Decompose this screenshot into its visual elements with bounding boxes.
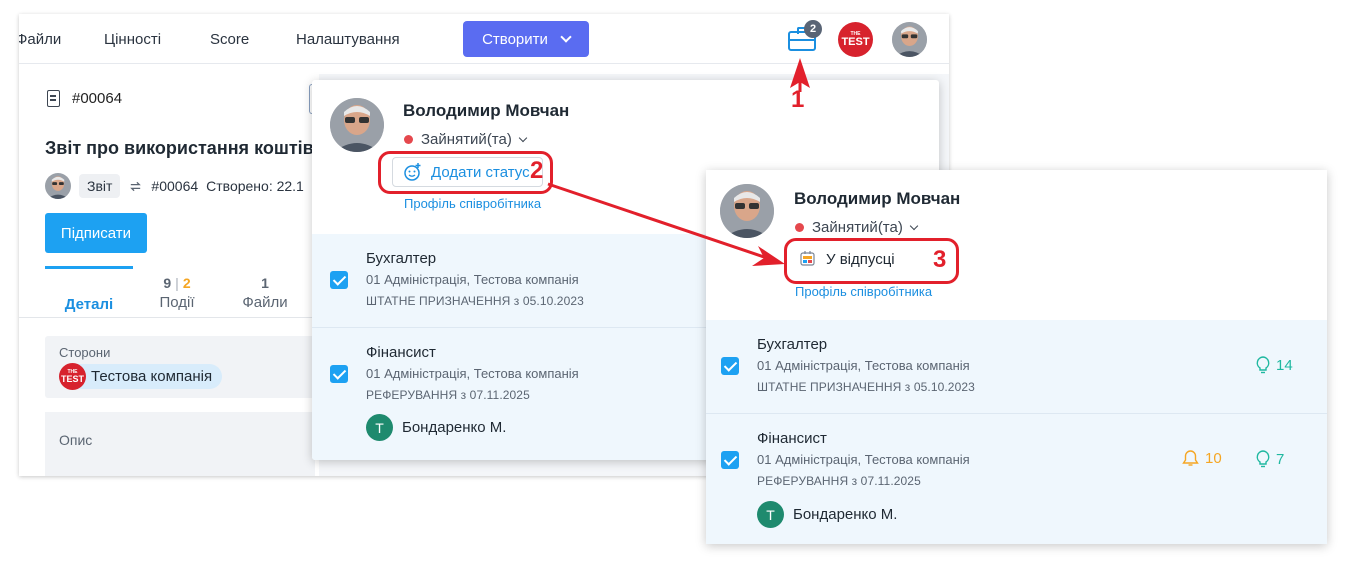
company-logo[interactable]: THE TEST	[838, 22, 873, 57]
description-label: Опис	[59, 432, 93, 448]
ideas-counter[interactable]: 7	[1256, 450, 1284, 468]
alerts-count: 10	[1205, 449, 1222, 467]
referral-person[interactable]: Т Бондаренко М.	[757, 501, 897, 528]
bell-icon	[1182, 450, 1199, 466]
role-title: Фінансист	[757, 430, 827, 447]
role-checkbox[interactable]	[721, 451, 739, 469]
annotation-ring-2	[378, 151, 553, 194]
parties-section: Сторони THE TEST Тестова компанія	[45, 336, 315, 398]
role-title: Бухгалтер	[366, 250, 437, 267]
ideas-count: 7	[1276, 450, 1285, 468]
logo-text: TEST	[841, 35, 870, 48]
busy-status-dot	[795, 223, 804, 232]
role-organization: 01 Адміністрація, Тестова компанія	[366, 366, 579, 381]
document-meta: Звіт #00064 Створено: 22.1	[45, 173, 304, 199]
role-organization: 01 Адміністрація, Тестова компанія	[757, 452, 970, 467]
popover-user-name: Володимир Мовчан	[403, 101, 570, 120]
tab-events-label: Події	[159, 294, 195, 311]
ideas-count: 14	[1276, 356, 1293, 374]
document-reference: #00064	[151, 178, 199, 194]
employee-profile-link[interactable]: Профіль співробітника	[404, 196, 541, 211]
tab-files-count: 1	[261, 275, 269, 291]
employee-profile-link[interactable]: Профіль співробітника	[795, 284, 932, 299]
document-created: Створено: 22.1	[206, 178, 304, 194]
role-assignment-type: РЕФЕРУВАННЯ з 07.11.2025	[757, 474, 921, 488]
role-item[interactable]: Бухгалтер 01 Адміністрація, Тестова комп…	[706, 320, 1327, 414]
document-type-tag: Звіт	[79, 174, 121, 198]
role-assignment-type: РЕФЕРУВАННЯ з 07.11.2025	[366, 388, 530, 402]
author-avatar[interactable]	[45, 173, 71, 199]
alerts-counter[interactable]: 10	[1182, 449, 1222, 467]
tab-files-label: Файли	[242, 294, 288, 311]
tab-details-label: Деталі	[64, 296, 114, 313]
company-name: Тестова компанія	[91, 368, 213, 385]
role-title: Фінансист	[366, 344, 436, 361]
tab-details[interactable]: Деталі	[45, 266, 133, 318]
parties-label: Сторони	[59, 345, 111, 360]
nav-item-settings[interactable]: Налаштування	[296, 31, 400, 48]
annotation-number-3: 3	[933, 246, 947, 273]
nav-item-score[interactable]: Score	[210, 31, 249, 48]
document-card: #00064 Звіт про використання коштів, н З…	[19, 74, 335, 476]
chevron-down-icon	[560, 31, 572, 43]
tab-files[interactable]: 1 Файли	[221, 266, 309, 318]
person-initial-avatar: Т	[366, 414, 393, 441]
roles-list: Бухгалтер 01 Адміністрація, Тестова комп…	[706, 320, 1327, 544]
person-name: Бондаренко М.	[402, 419, 507, 436]
annotation-number-1: 1	[791, 86, 805, 113]
tab-events[interactable]: 9 | 2 Події	[133, 266, 221, 318]
person-initial-avatar: Т	[757, 501, 784, 528]
company-logo-small: THE TEST	[59, 363, 86, 390]
presence-label: Зайнятий(та)	[812, 219, 903, 236]
lightbulb-icon	[1256, 356, 1270, 374]
document-number: #00064	[72, 90, 123, 107]
annotation-number-2: 2	[530, 157, 544, 184]
role-item[interactable]: Фінансист 01 Адміністрація, Тестова комп…	[706, 414, 1327, 544]
role-checkbox[interactable]	[330, 365, 348, 383]
busy-status-dot	[404, 135, 413, 144]
role-organization: 01 Адміністрація, Тестова компанія	[757, 358, 970, 373]
presence-selector[interactable]: Зайнятий(та)	[795, 219, 919, 236]
ideas-counter[interactable]: 14	[1256, 356, 1293, 374]
create-button[interactable]: Створити	[463, 21, 589, 57]
lightbulb-icon	[1256, 450, 1270, 468]
description-section: Опис	[45, 412, 315, 476]
create-button-label: Створити	[482, 30, 548, 48]
document-tabs: Деталі 9 | 2 Події 1 Файли	[45, 266, 309, 318]
nav-item-values[interactable]: Цінності	[104, 31, 161, 48]
tabs-divider	[19, 317, 319, 318]
role-checkbox[interactable]	[721, 357, 739, 375]
notification-badge: 2	[804, 20, 822, 38]
document-icon	[47, 90, 60, 107]
presence-selector[interactable]: Зайнятий(та)	[404, 131, 528, 148]
user-popover-vacation-status: Володимир Мовчан Зайнятий(та) У відпусці…	[706, 170, 1327, 544]
popover-user-avatar	[330, 98, 384, 152]
chevron-down-icon	[518, 133, 528, 142]
role-assignment-type: ШТАТНЕ ПРИЗНАЧЕННЯ з 05.10.2023	[757, 380, 975, 394]
referral-person[interactable]: Т Бондаренко М.	[366, 414, 506, 441]
sign-button[interactable]: Підписати	[45, 213, 147, 253]
popover-user-avatar	[720, 184, 774, 238]
user-avatar[interactable]	[892, 22, 927, 57]
nav-item-files[interactable]: Файли	[19, 31, 61, 48]
document-title: Звіт про використання коштів, н	[45, 138, 335, 158]
role-title: Бухгалтер	[757, 336, 828, 353]
tab-events-count: 9 | 2	[163, 275, 191, 291]
sync-icon	[130, 181, 142, 191]
role-assignment-type: ШТАТНЕ ПРИЗНАЧЕННЯ з 05.10.2023	[366, 294, 584, 308]
role-checkbox[interactable]	[330, 271, 348, 289]
chevron-down-icon	[909, 221, 919, 230]
person-name: Бондаренко М.	[793, 506, 898, 523]
top-navigation: Файли Цінності Score Налаштування Створи…	[19, 14, 949, 64]
role-organization: 01 Адміністрація, Тестова компанія	[366, 272, 579, 287]
popover-user-name: Володимир Мовчан	[794, 189, 961, 208]
company-chip[interactable]: THE TEST Тестова компанія	[59, 363, 223, 390]
presence-label: Зайнятий(та)	[421, 131, 512, 148]
